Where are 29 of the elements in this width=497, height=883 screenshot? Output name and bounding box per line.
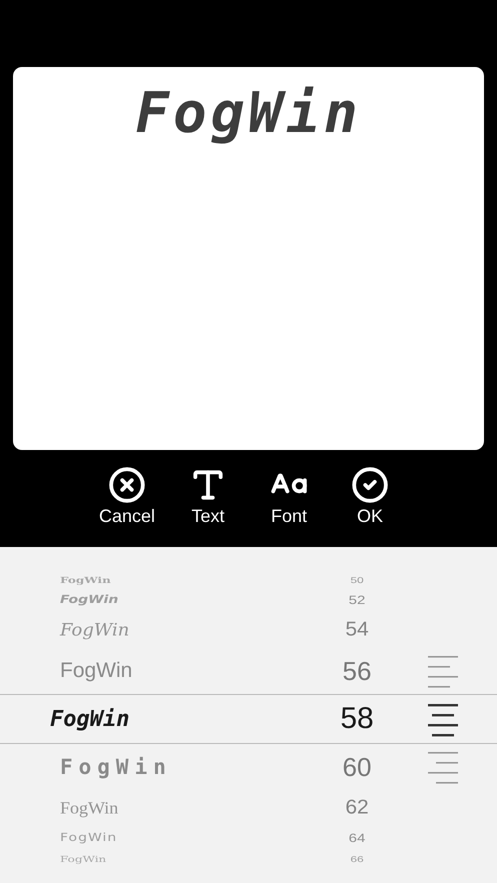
font-option[interactable]: FogWin <box>0 620 130 640</box>
font-option[interactable]: FogWin <box>0 832 118 844</box>
font-option[interactable]: FogWin <box>0 798 118 818</box>
checkmark-icon <box>351 466 389 504</box>
picker-wheel[interactable]: FogWin 50 FogWin 52 FogWin 54 FogWin 56 FogWin 58 FogWin 60 FogWin 62 FogWin 64 FogWin 66 <box>0 547 497 883</box>
cancel-button[interactable]: Cancel <box>98 466 156 527</box>
font-option[interactable]: FogWin <box>0 854 106 864</box>
close-icon <box>108 466 146 504</box>
text-button[interactable]: Text <box>180 466 236 527</box>
font-option[interactable]: FogWin <box>0 574 111 584</box>
size-option[interactable]: 60 <box>342 752 372 782</box>
font-option[interactable]: FogWin <box>0 755 172 779</box>
font-option[interactable]: FogWin <box>0 594 118 606</box>
size-option[interactable]: 50 <box>350 574 364 584</box>
size-option[interactable]: 62 <box>345 796 369 820</box>
canvas-text: FogWin <box>135 81 362 146</box>
size-option[interactable]: 56 <box>342 656 372 686</box>
align-center-icon[interactable] <box>426 701 458 737</box>
size-option[interactable]: 64 <box>348 831 366 845</box>
font-button[interactable]: Font <box>260 466 318 527</box>
size-option[interactable]: 66 <box>350 854 364 864</box>
font-option[interactable]: FogWin <box>0 706 130 732</box>
font-option[interactable]: FogWin <box>0 659 132 683</box>
ok-button[interactable]: OK <box>342 466 398 527</box>
align-right-icon[interactable] <box>426 749 458 785</box>
align-left-icon[interactable] <box>426 653 458 689</box>
size-option[interactable]: 58 <box>340 702 374 736</box>
size-option[interactable]: 54 <box>345 618 369 642</box>
size-option[interactable]: 52 <box>348 593 366 607</box>
